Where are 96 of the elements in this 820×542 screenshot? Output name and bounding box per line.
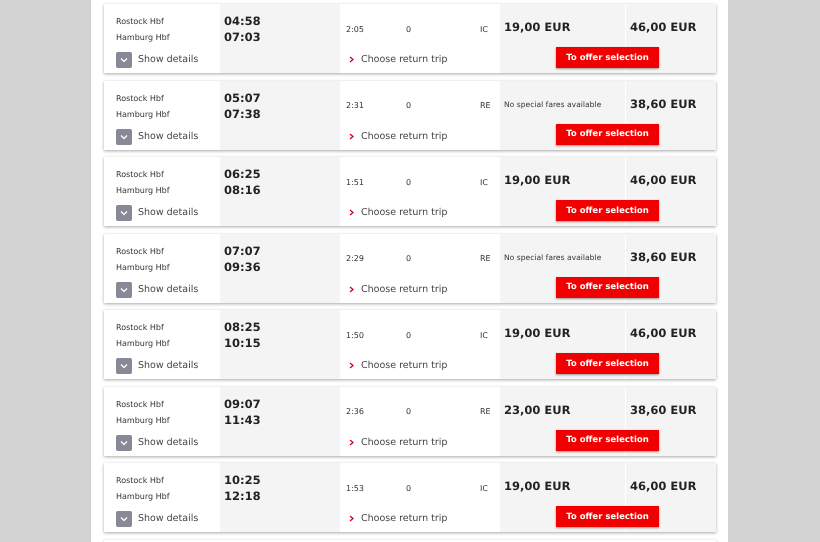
arrival-time: 08:16 [224, 182, 262, 198]
duration: 2:05 [346, 24, 365, 34]
departure-time: 10:25 [224, 472, 262, 488]
changes-count: 0 [406, 101, 412, 110]
train-type: IC [480, 330, 488, 340]
expand-icon[interactable] [116, 511, 132, 527]
return-trip-link[interactable]: Choose return trip [361, 513, 448, 524]
offer-selection-button[interactable]: To offer selection [556, 353, 659, 374]
show-details-link[interactable]: Show details [138, 52, 198, 68]
show-details-link[interactable]: Show details [138, 358, 198, 374]
chevron-icon [349, 132, 354, 140]
return-trip-link[interactable]: Choose return trip [361, 130, 448, 142]
arrival-time: 09:36 [224, 258, 262, 274]
train-type: IC [480, 178, 488, 186]
chevron-icon [349, 515, 354, 522]
origin-station: Rostock Hbf [116, 398, 165, 410]
offer-selection-button[interactable]: To offer selection [556, 200, 659, 221]
departure-time: 04:58 [224, 13, 262, 29]
offer-selection-button[interactable]: To offer selection [556, 47, 659, 68]
return-trip-link[interactable]: Choose return trip [361, 284, 448, 294]
train-type: IC [480, 484, 488, 492]
return-trip-link[interactable]: Choose return trip [361, 436, 448, 448]
show-details-link[interactable]: Show details [138, 205, 198, 221]
chevron-icon [349, 286, 354, 292]
arrival-time: 07:03 [224, 29, 262, 45]
expand-icon[interactable] [116, 205, 132, 221]
train-type: RE [480, 407, 491, 416]
flex-fare-price: 46,00 EUR [630, 479, 698, 493]
duration: 1:51 [346, 178, 365, 186]
changes-count: 0 [406, 178, 412, 186]
destination-station: Hamburg Hbf [116, 338, 171, 350]
destination-station: Hamburg Hbf [116, 491, 171, 503]
train-type: RE [480, 254, 491, 263]
destination-station: Hamburg Hbf [116, 108, 171, 121]
changes-count: 0 [406, 254, 412, 263]
origin-station: Rostock Hbf [116, 322, 165, 334]
destination-station: Hamburg Hbf [116, 414, 171, 427]
departure-time: 07:07 [224, 242, 262, 258]
offer-selection-button[interactable]: To offer selection [556, 124, 659, 144]
show-details-link[interactable]: Show details [138, 511, 198, 527]
return-trip-link[interactable]: Choose return trip [361, 207, 448, 218]
arrival-time: 10:15 [224, 335, 262, 351]
show-details-link[interactable]: Show details [138, 128, 198, 144]
expand-icon[interactable] [116, 434, 132, 450]
flex-fare-price: 38,60 EUR [630, 402, 698, 416]
show-details-link[interactable]: Show details [138, 282, 198, 298]
return-trip-link[interactable]: Choose return trip [361, 54, 448, 65]
offer-selection-button[interactable]: To offer selection [556, 430, 659, 450]
duration: 2:36 [346, 407, 365, 416]
offer-selection-button[interactable]: To offer selection [556, 276, 659, 298]
origin-station: Rostock Hbf [116, 246, 165, 258]
destination-station: Hamburg Hbf [116, 32, 171, 44]
chevron-icon [349, 209, 354, 216]
changes-count: 0 [406, 407, 412, 416]
expand-icon[interactable] [116, 358, 132, 374]
origin-station: Rostock Hbf [116, 169, 165, 181]
offer-selection-button[interactable]: To offer selection [556, 506, 659, 527]
saver-fare-price: 19,00 EUR [504, 326, 572, 340]
return-trip-link[interactable]: Choose return trip [361, 360, 448, 371]
flex-fare-price: 46,00 EUR [630, 326, 698, 340]
arrival-time: 07:38 [224, 106, 262, 122]
train-type: IC [480, 24, 488, 34]
saver-fare-price: 19,00 EUR [504, 479, 572, 493]
destination-station: Hamburg Hbf [116, 185, 171, 197]
duration: 1:53 [346, 484, 365, 492]
flex-fare-price: 46,00 EUR [630, 20, 698, 34]
changes-count: 0 [406, 24, 412, 34]
chevron-icon [349, 56, 354, 63]
changes-count: 0 [406, 484, 412, 492]
departure-time: 09:07 [224, 396, 262, 412]
flex-fare-price: 38,60 EUR [630, 96, 698, 110]
origin-station: Rostock Hbf [116, 475, 165, 487]
origin-station: Rostock Hbf [116, 16, 165, 28]
chevron-icon [349, 438, 354, 446]
departure-time: 06:25 [224, 166, 262, 182]
duration: 2:31 [346, 101, 365, 110]
arrival-time: 12:18 [224, 488, 262, 504]
flex-fare-price: 46,00 EUR [630, 173, 698, 187]
departure-time: 08:25 [224, 319, 262, 335]
saver-fare-price: 19,00 EUR [504, 20, 572, 34]
saver-fare-price: 19,00 EUR [504, 173, 572, 187]
departure-time: 05:07 [224, 90, 262, 106]
chevron-icon [349, 362, 354, 369]
destination-station: Hamburg Hbf [116, 262, 171, 274]
expand-icon[interactable] [116, 128, 132, 144]
changes-count: 0 [406, 330, 412, 340]
duration: 1:50 [346, 330, 365, 340]
train-type: RE [480, 101, 491, 110]
show-details-link[interactable]: Show details [138, 434, 198, 450]
expand-icon[interactable] [116, 52, 132, 68]
origin-station: Rostock Hbf [116, 92, 165, 104]
arrival-time: 11:43 [224, 412, 262, 428]
duration: 2:29 [346, 254, 365, 263]
expand-icon[interactable] [116, 282, 132, 298]
flex-fare-price: 38,60 EUR [630, 250, 698, 264]
saver-fare-price: 23,00 EUR [504, 402, 572, 416]
